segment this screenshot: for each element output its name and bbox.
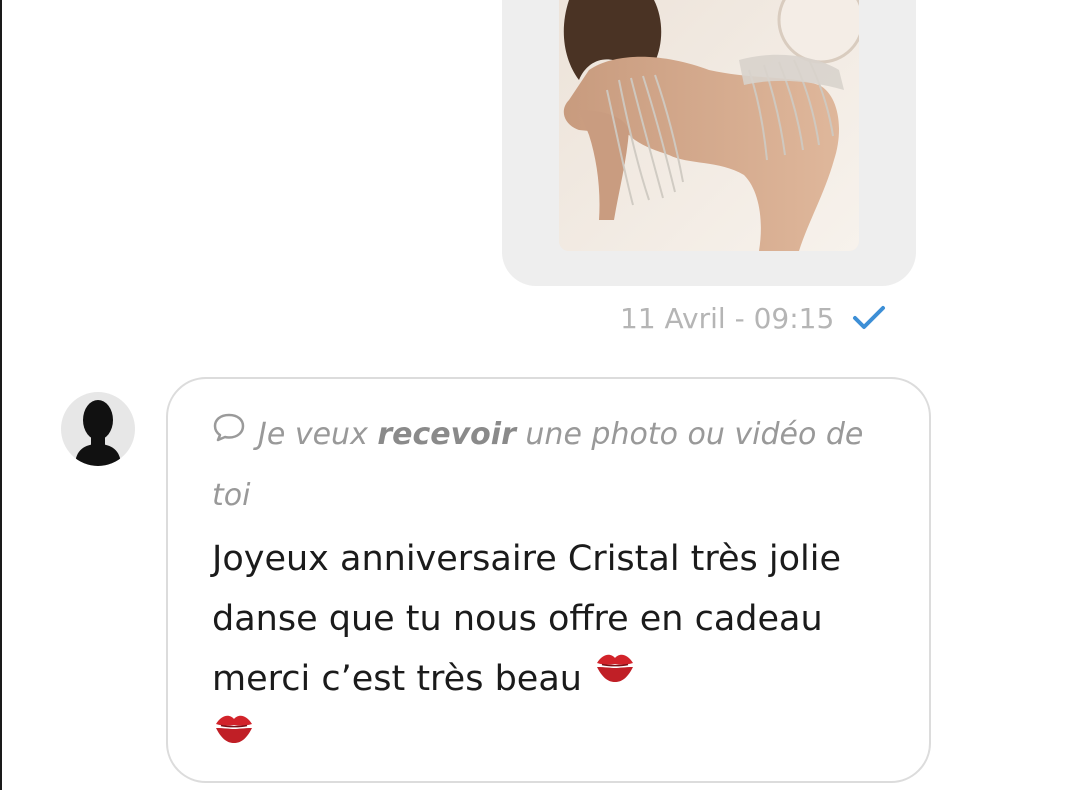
kiss-mark-icon [212, 707, 256, 767]
request-prefix: Je veux [258, 417, 378, 452]
shared-photo[interactable] [559, 0, 859, 251]
person-silhouette-icon [61, 392, 135, 466]
kiss-mark-icon [593, 646, 637, 706]
check-icon [852, 305, 886, 331]
chat-screen: 11 Avril - 09:15 Je veux recevoir une ph… [0, 0, 1080, 790]
speech-bubble-icon [212, 403, 246, 463]
message-meta: 11 Avril - 09:15 [620, 298, 886, 338]
avatar[interactable] [61, 392, 135, 466]
outgoing-media-bubble[interactable] [502, 0, 916, 286]
media-request-line: Je veux recevoir une photo ou vidéo de t… [212, 405, 892, 526]
incoming-message-bubble[interactable]: Je veux recevoir une photo ou vidéo de t… [166, 377, 931, 783]
request-emphasis: recevoir [377, 417, 516, 452]
message-timestamp: 11 Avril - 09:15 [620, 301, 835, 335]
message-text: Joyeux anniversaire Cristal très jolie d… [212, 529, 852, 771]
message-body: Joyeux anniversaire Cristal très jolie d… [212, 539, 842, 699]
screen-edge [0, 0, 2, 790]
